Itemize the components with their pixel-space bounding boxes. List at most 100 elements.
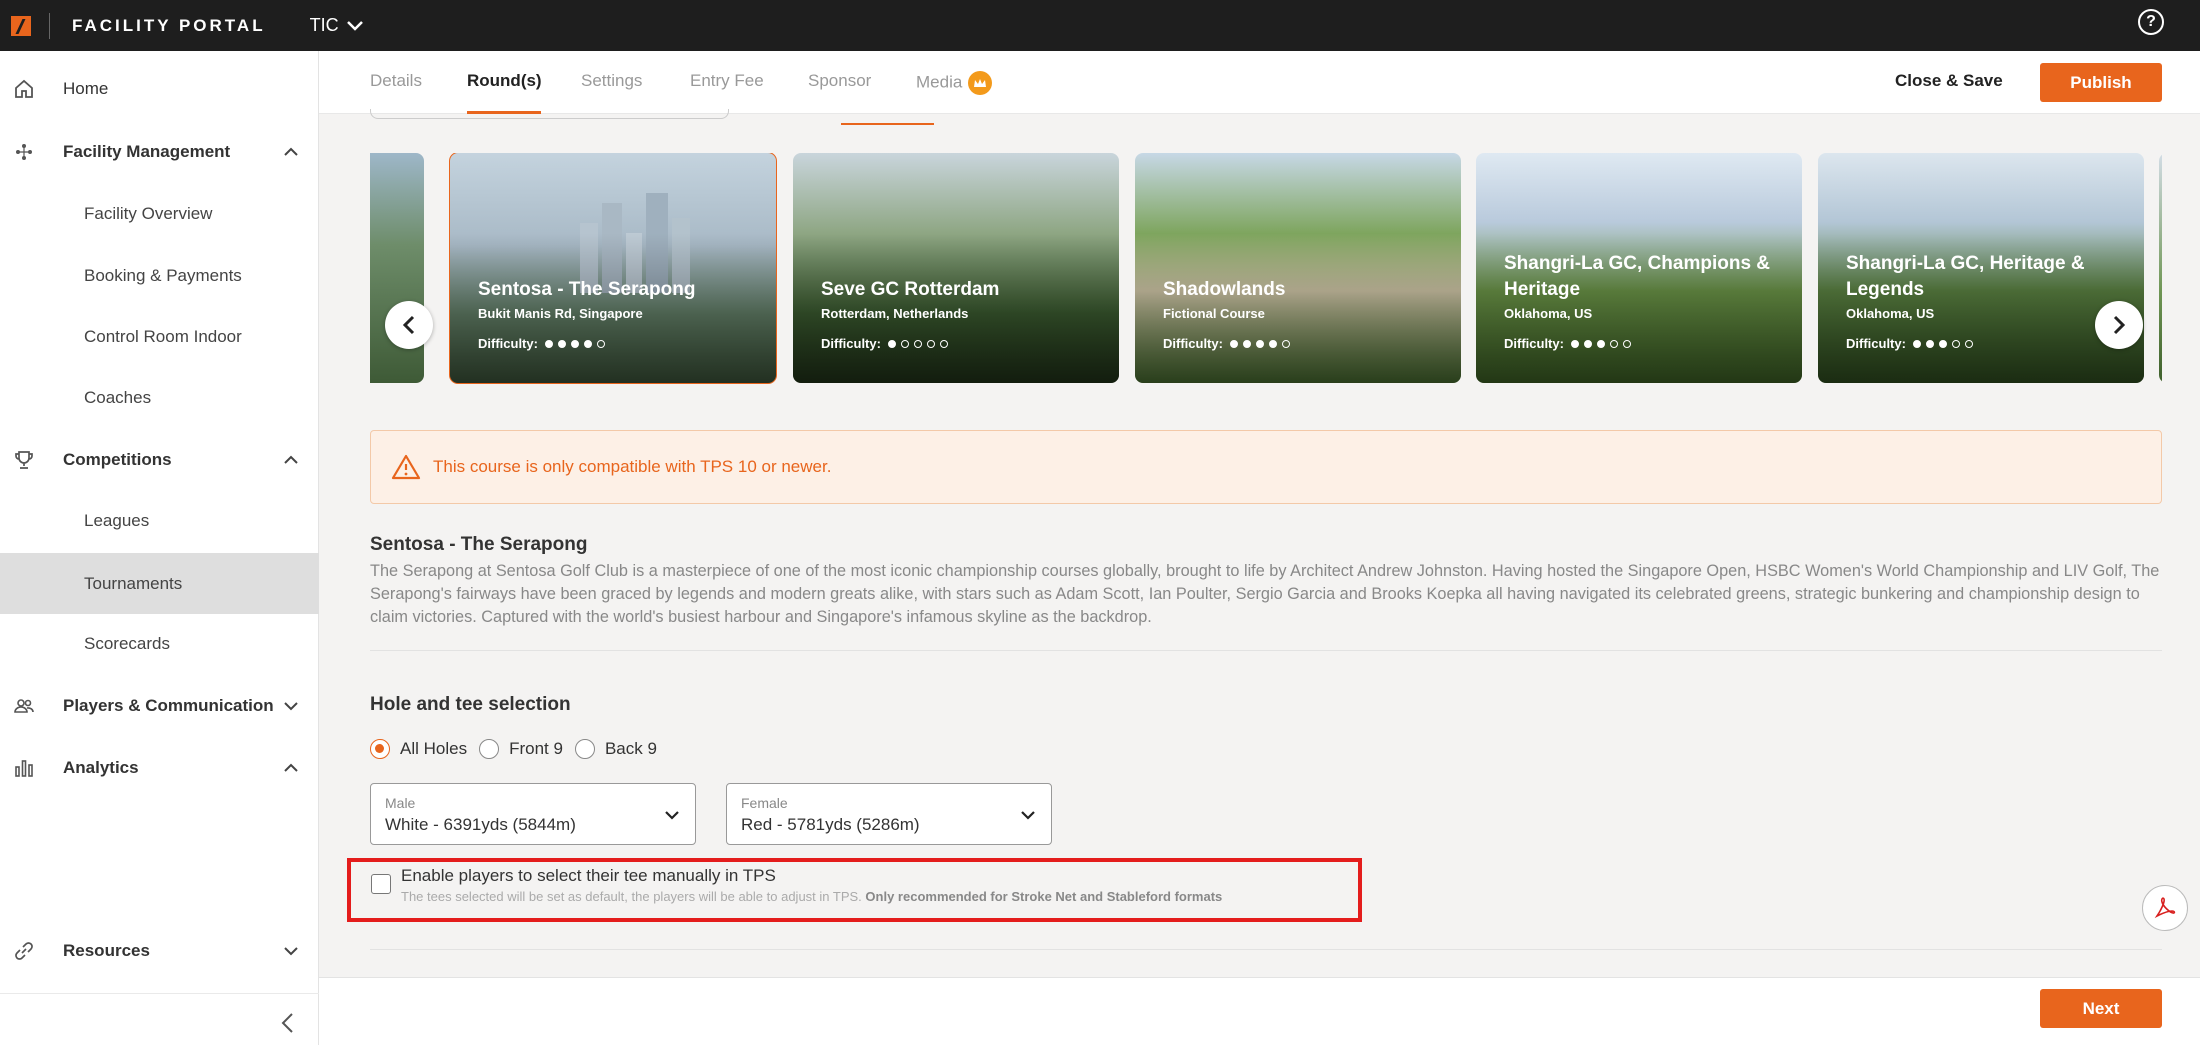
course-card-selected[interactable]: Sentosa - The Serapong Bukit Manis Rd, S…	[449, 153, 777, 384]
search-field-partial[interactable]	[370, 109, 729, 119]
difficulty-label: Difficulty:	[478, 336, 538, 351]
warning-text: This course is only compatible with TPS …	[433, 457, 832, 476]
radio-front-9[interactable]: Front 9	[479, 739, 563, 759]
carousel-prev-button[interactable]	[385, 301, 433, 349]
course-location: Fictional Course	[1163, 306, 1265, 321]
difficulty-dot-empty	[926, 339, 935, 348]
top-bar: FACILITY PORTAL TIC ?	[0, 0, 2200, 51]
radio-circle	[479, 739, 500, 759]
facility-selector[interactable]: TIC	[310, 15, 363, 36]
course-card[interactable]: Shadowlands Fictional Course Difficulty:	[1135, 153, 1461, 383]
course-name: Shangri-La GC, Champions & Heritage	[1504, 253, 1771, 300]
publish-button[interactable]: Publish	[2040, 63, 2162, 102]
course-card[interactable]: Seve GC Rotterdam Rotterdam, Netherlands…	[793, 153, 1119, 383]
help-icon[interactable]: ?	[2138, 9, 2164, 35]
chevron-down-icon	[346, 20, 363, 31]
tab-media-label: Media	[916, 72, 963, 92]
difficulty-dot-filled	[1596, 339, 1605, 348]
sidebar-item-coaches[interactable]: Coaches	[0, 378, 319, 418]
radio-all-holes[interactable]: All Holes	[370, 739, 467, 759]
difficulty-dots	[543, 339, 605, 348]
sidebar-item-label: Booking & Payments	[84, 266, 242, 285]
close-save-button[interactable]: Close & Save	[1895, 71, 2003, 91]
difficulty-label: Difficulty:	[1163, 336, 1223, 351]
next-button[interactable]: Next	[2040, 989, 2162, 1028]
crown-icon	[968, 71, 993, 95]
tab-media[interactable]: Media	[916, 71, 993, 95]
sidebar-item-competitions[interactable]: Competitions	[0, 440, 319, 480]
radio-label: Front 9	[509, 739, 563, 758]
manual-tee-checkbox[interactable]	[371, 874, 391, 894]
chevron-left-icon	[402, 315, 415, 335]
sidebar-item-label: Tournaments	[84, 573, 183, 593]
hole-selection-radios: All Holes Front 9 Back 9	[370, 739, 669, 759]
tab-details[interactable]: Details	[370, 71, 422, 91]
difficulty-dots	[1228, 339, 1290, 348]
radio-back-9[interactable]: Back 9	[574, 739, 657, 759]
difficulty-dot-filled	[1570, 339, 1579, 348]
sidebar-item-label: Home	[63, 79, 109, 98]
filter-underline	[841, 123, 934, 125]
sidebar-item-label: Coaches	[84, 388, 152, 407]
sidebar-item-resources[interactable]: Resources	[0, 931, 319, 971]
difficulty-dot-filled	[1912, 339, 1921, 348]
difficulty-dot-filled	[1255, 339, 1264, 348]
sidebar-item-control-room[interactable]: Control Room Indoor	[0, 317, 319, 357]
chevron-down-icon	[284, 947, 298, 956]
select-value: Red - 5781yds (5286m)	[741, 815, 920, 834]
difficulty-dot-filled	[1229, 339, 1238, 348]
hint-emphasis: Only recommended for Stroke Net and Stab…	[865, 889, 1223, 904]
trophy-icon	[13, 449, 35, 471]
sidebar-item-label: Resources	[63, 941, 150, 960]
sidebar-item-label: Competitions	[63, 450, 172, 469]
difficulty-dot-filled	[557, 339, 566, 348]
tab-sponsor[interactable]: Sponsor	[808, 71, 871, 91]
sidebar-item-analytics[interactable]: Analytics	[0, 748, 319, 788]
chevron-up-icon	[284, 455, 298, 464]
sidebar-item-home[interactable]: Home	[0, 69, 319, 109]
difficulty-dot-filled	[583, 339, 592, 348]
tab-rounds[interactable]: Round(s)	[467, 71, 542, 91]
warning-icon	[391, 454, 421, 480]
course-card[interactable]	[370, 153, 424, 383]
facility-name: TIC	[309, 15, 339, 35]
course-card[interactable]: Shangri-La GC, Champions & Heritage Okla…	[1476, 153, 1802, 383]
difficulty-label: Difficulty:	[821, 336, 881, 351]
chevron-down-icon	[665, 811, 679, 820]
sidebar-item-leagues[interactable]: Leagues	[0, 501, 319, 541]
hint-text: The tees selected will be set as default…	[401, 889, 862, 904]
carousel-next-button[interactable]	[2095, 301, 2143, 349]
tab-bar: Details Round(s) Settings Entry Fee Spon…	[319, 51, 2200, 114]
sidebar-item-booking-payments[interactable]: Booking & Payments	[0, 256, 319, 296]
course-card[interactable]: Shangri-La GC, Heritage & Legends Oklaho…	[1818, 153, 2144, 383]
pdf-icon[interactable]	[2142, 885, 2188, 931]
sidebar-item-tournaments[interactable]: Tournaments	[0, 553, 319, 614]
hole-tee-title: Hole and tee selection	[370, 694, 571, 715]
sidebar-item-players-communication[interactable]: Players & Communication	[0, 686, 319, 726]
female-tee-select[interactable]: Female Red - 5781yds (5286m)	[726, 783, 1052, 845]
manual-tee-label: Enable players to select their tee manua…	[401, 866, 776, 885]
sidebar-item-scorecards[interactable]: Scorecards	[0, 624, 319, 664]
difficulty-dot-filled	[1938, 339, 1947, 348]
sidebar-item-label: Facility Management	[63, 142, 231, 161]
home-icon	[13, 78, 35, 100]
users-icon	[13, 695, 35, 717]
difficulty-dot-filled	[544, 339, 553, 348]
tab-entry-fee[interactable]: Entry Fee	[690, 71, 764, 91]
tab-settings[interactable]: Settings	[581, 71, 642, 91]
difficulty-dot-empty	[1951, 339, 1960, 348]
course-carousel: Sentosa - The Serapong Bukit Manis Rd, S…	[370, 153, 2162, 385]
male-tee-select[interactable]: Male White - 6391yds (5844m)	[370, 783, 696, 845]
difficulty-dot-empty	[900, 339, 909, 348]
course-card[interactable]	[2159, 153, 2162, 383]
course-location: Rotterdam, Netherlands	[821, 306, 969, 321]
sidebar-divider	[0, 993, 319, 994]
sidebar-item-facility-overview[interactable]: Facility Overview	[0, 194, 319, 234]
facility-network-icon	[13, 141, 35, 163]
course-difficulty: Difficulty:	[821, 336, 948, 351]
sidebar-item-facility-management[interactable]: Facility Management	[0, 132, 319, 172]
collapse-sidebar-icon[interactable]	[278, 1011, 298, 1035]
course-difficulty: Difficulty:	[1504, 336, 1631, 351]
sidebar-item-label: Scorecards	[84, 634, 170, 653]
link-icon	[13, 940, 35, 962]
